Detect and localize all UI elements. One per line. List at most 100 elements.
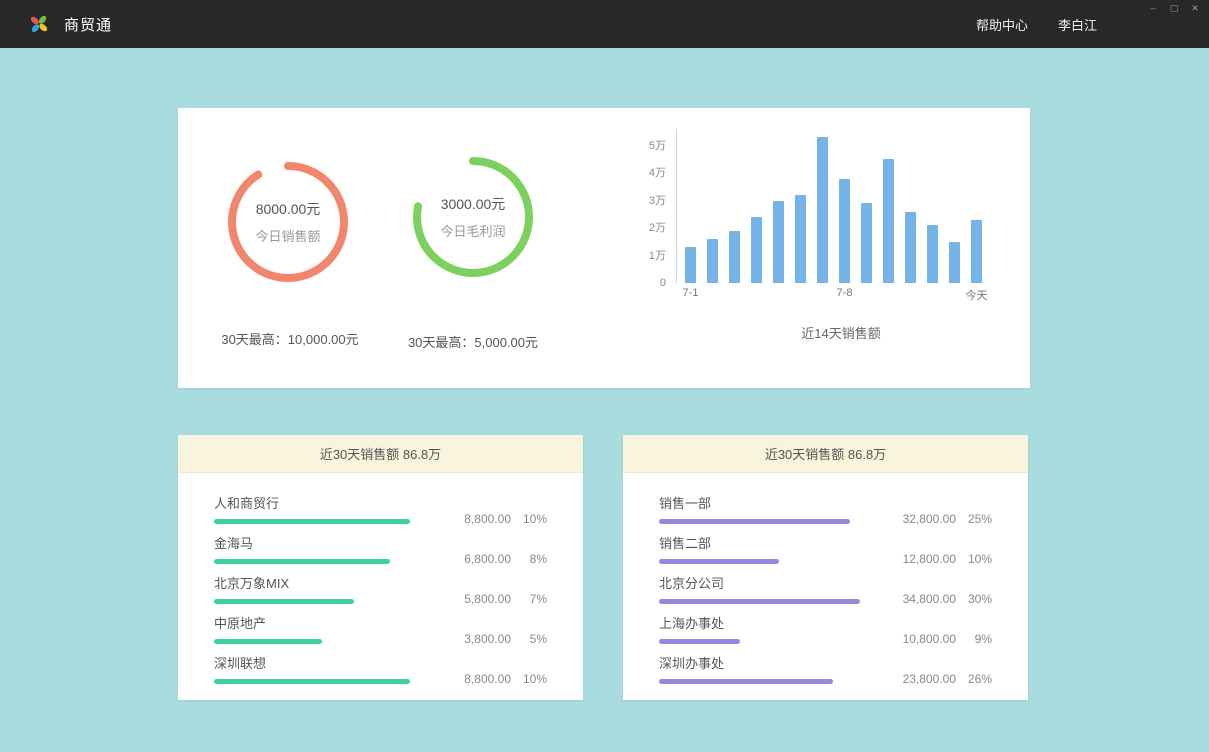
maximize-icon[interactable]: ▢ [1168,2,1180,14]
customer-rank-list: 人和商贸行8,800.0010%金海马6,800.008%北京万象MIX5,80… [178,473,583,697]
y-tick-label: 2万 [649,221,666,235]
y-tick-label: 1万 [649,249,666,263]
rank-bar-track [659,519,904,524]
rank-name: 人和商贸行 [214,497,547,511]
rank-percent: 9% [956,632,992,646]
x-tick-label [905,287,916,303]
sales-14d-chart: 5万4万3万2万1万0 7-17-8今天 [628,129,988,283]
bar [795,195,806,283]
window-controls: – ▢ ✕ [1147,2,1201,14]
rank-bar-track [659,599,904,604]
x-tick-label: 7-8 [839,287,850,303]
rank-bar-track [214,559,459,564]
bar-yaxis: 5万4万3万2万1万0 [628,129,670,283]
bar [685,247,696,283]
bar [927,225,938,283]
rank-percent: 7% [511,592,547,606]
minimize-icon[interactable]: – [1147,2,1159,14]
rank-value: 6,800.008% [464,552,547,566]
rank-bar [659,559,779,564]
app-logo-pinwheel-icon [28,13,50,35]
rank-row: 深圳联想8,800.0010% [214,657,547,697]
bar [817,137,828,283]
rank-value: 3,800.005% [464,632,547,646]
rank-row: 中原地产3,800.005% [214,617,547,657]
rank-amount: 3,800.00 [464,632,511,646]
rank-bar-track [659,639,904,644]
rank-name: 中原地产 [214,617,547,631]
today-sales-value: 8000.00元 [256,199,321,219]
rank-percent: 25% [956,512,992,526]
user-name-link[interactable]: 李白江 [1058,15,1097,34]
rank-bar-track [214,519,459,524]
bar [707,239,718,283]
today-profit-value: 3000.00元 [441,194,506,214]
rank-amount: 32,800.00 [903,512,956,526]
x-tick-label [729,287,740,303]
rank-value: 12,800.0010% [903,552,992,566]
rank-bar [659,599,860,604]
rank-row: 上海办事处10,800.009% [659,617,992,657]
bar [773,201,784,284]
rank-amount: 23,800.00 [903,672,956,686]
rank-row: 销售一部32,800.0025% [659,497,992,537]
bar [839,179,850,284]
x-tick-label [773,287,784,303]
rank-bar [214,519,410,524]
rank-value: 10,800.009% [903,632,992,646]
rank-amount: 6,800.00 [464,552,511,566]
x-tick-label: 今天 [971,287,982,303]
y-tick-label: 4万 [649,166,666,180]
x-tick-label [817,287,828,303]
rank-value: 23,800.0026% [903,672,992,686]
bar [905,212,916,284]
help-center-link[interactable]: 帮助中心 [976,15,1028,34]
today-sales-label: 今日销售额 [255,226,320,245]
rank-name: 金海马 [214,537,547,551]
rank-row: 北京万象MIX5,800.007% [214,577,547,617]
rank-bar [214,559,390,564]
x-tick-label [795,287,806,303]
rank-row: 深圳办事处23,800.0026% [659,657,992,697]
rank-percent: 10% [511,672,547,686]
today-sales-donut: 8000.00元 今日销售额 [226,160,350,284]
rank-name: 上海办事处 [659,617,992,631]
rank-row: 销售二部12,800.0010% [659,537,992,577]
close-icon[interactable]: ✕ [1189,2,1201,14]
rank-value: 32,800.0025% [903,512,992,526]
titlebar: 商贸通 帮助中心 李白江 – ▢ ✕ [0,0,1209,48]
rank-amount: 8,800.00 [464,672,511,686]
titlebar-links: 帮助中心 李白江 [976,15,1097,34]
overview-card: 8000.00元 今日销售额 30天最高：10,000.00元 3000.00元… [178,108,1030,388]
rank-percent: 10% [956,552,992,566]
bar [861,203,872,283]
customer-rank-card: 近30天销售额 86.8万 人和商贸行8,800.0010%金海马6,800.0… [178,435,583,700]
rank-name: 北京分公司 [659,577,992,591]
x-tick-label: 7-1 [685,287,696,303]
x-tick-label [707,287,718,303]
rank-value: 5,800.007% [464,592,547,606]
rank-percent: 5% [511,632,547,646]
rank-bar [659,639,740,644]
y-tick-label: 0 [660,276,666,290]
today-profit-donut: 3000.00元 今日毛利润 [411,155,535,279]
app-title: 商贸通 [64,14,112,35]
rank-value: 8,800.0010% [464,672,547,686]
customer-rank-title: 近30天销售额 86.8万 [178,435,583,473]
rank-row: 北京分公司34,800.0030% [659,577,992,617]
rank-amount: 5,800.00 [464,592,511,606]
rank-bar [214,639,322,644]
rank-value: 8,800.0010% [464,512,547,526]
rank-name: 深圳联想 [214,657,547,671]
rank-bar-track [214,679,459,684]
x-tick-label [883,287,894,303]
y-tick-label: 5万 [649,139,666,153]
rank-name: 北京万象MIX [214,577,547,591]
profit-30d-max: 30天最高：5,000.00元 [343,332,603,351]
today-profit-label: 今日毛利润 [440,221,505,240]
x-tick-label [861,287,872,303]
bar [883,159,894,283]
department-rank-list: 销售一部32,800.0025%销售二部12,800.0010%北京分公司34,… [623,473,1028,697]
rank-bar [214,679,410,684]
rank-bar [659,519,850,524]
